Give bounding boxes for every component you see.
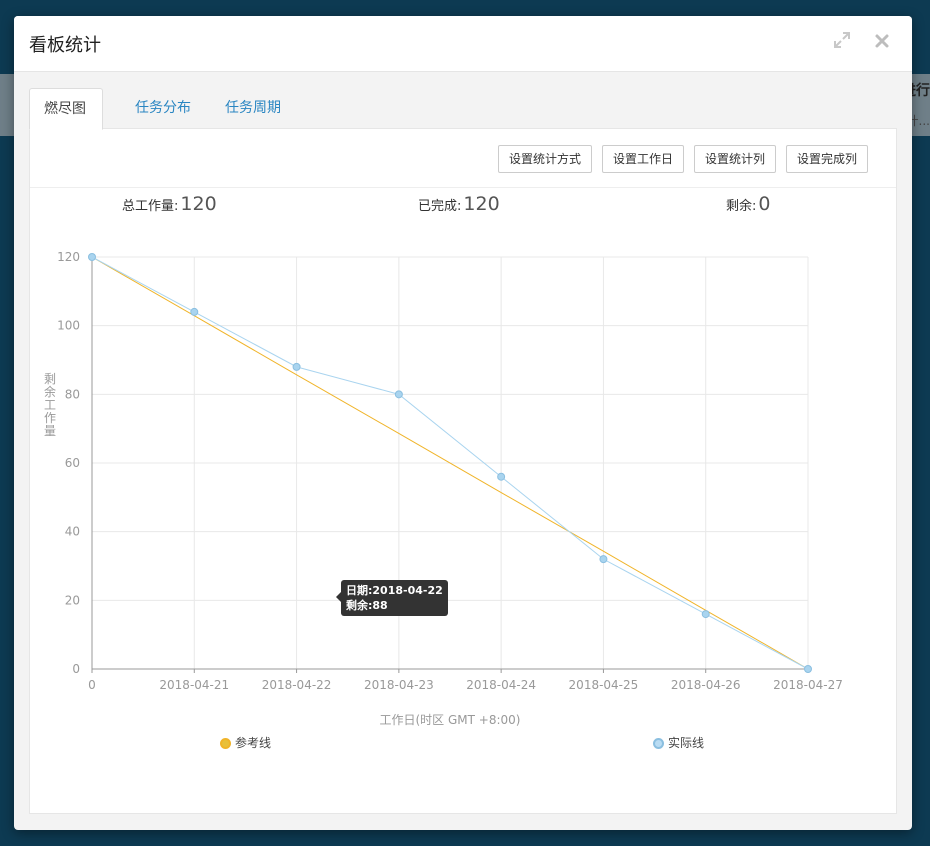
kanban-stats-modal: 看板统计 燃尽图 任务分布 任务周期 设置统计方式 设置工作日 设置统计列 设置… bbox=[14, 16, 912, 830]
modal-title: 看板统计 bbox=[29, 35, 101, 56]
actual-point bbox=[599, 555, 608, 564]
y-axis-label-char: 剩 bbox=[44, 372, 56, 386]
burndown-panel: 设置统计方式 设置工作日 设置统计列 设置完成列 总工作量: 120 已完成: 12… bbox=[29, 128, 897, 814]
y-tick-label: 100 bbox=[57, 319, 80, 333]
legend-actual-label: 实际线 bbox=[668, 736, 705, 750]
y-tick-label: 40 bbox=[65, 525, 80, 539]
actual-point bbox=[497, 472, 506, 481]
x-tick-label: 2018-04-21 bbox=[159, 678, 229, 692]
x-axis-label: 工作日(时区 GMT +8:00) bbox=[380, 713, 521, 727]
y-tick-label: 20 bbox=[65, 593, 80, 607]
x-tick-label: 2018-04-23 bbox=[364, 678, 434, 692]
chart-tooltip: 日期:2018-04-22 剩余:88 bbox=[336, 580, 448, 616]
y-tick-label: 60 bbox=[65, 456, 80, 470]
expand-icon[interactable] bbox=[830, 30, 854, 54]
x-tick-label: 2018-04-26 bbox=[671, 678, 741, 692]
legend-reference-line[interactable]: 参考线 bbox=[220, 734, 271, 751]
actual-point bbox=[804, 665, 812, 673]
y-axis-label-char: 工 bbox=[44, 398, 56, 412]
legend-actual-line[interactable]: 实际线 bbox=[653, 734, 704, 751]
close-icon[interactable] bbox=[870, 30, 894, 54]
legend-reference-dot bbox=[220, 738, 231, 749]
x-tick-label: 2018-04-25 bbox=[569, 678, 639, 692]
x-tick-label: 2018-04-22 bbox=[262, 678, 332, 692]
tooltip-date: 日期:2018-04-22 bbox=[346, 584, 443, 597]
tooltip-remaining: 剩余:88 bbox=[346, 599, 388, 612]
y-tick-label: 0 bbox=[72, 662, 80, 676]
y-tick-label: 80 bbox=[65, 387, 80, 401]
y-axis-label-char: 余 bbox=[44, 384, 56, 399]
actual-point bbox=[190, 307, 199, 316]
actual-point bbox=[88, 253, 96, 261]
tab-task-cycle[interactable]: 任务周期 bbox=[211, 88, 295, 128]
x-tick-label: 0 bbox=[88, 678, 96, 692]
legend-actual-dot bbox=[653, 738, 664, 749]
burndown-chart: 0 20 40 60 80 100 120 0 2018-04-21 2018-04-22 2018… bbox=[44, 250, 843, 727]
y-axis-label-char: 量 bbox=[44, 424, 56, 438]
y-tick-label: 120 bbox=[57, 250, 80, 264]
modal-header: 看板统计 bbox=[14, 16, 912, 72]
actual-point bbox=[292, 362, 301, 371]
legend-reference-label: 参考线 bbox=[235, 736, 272, 750]
x-tick-label: 2018-04-27 bbox=[773, 678, 843, 692]
tab-burndown[interactable]: 燃尽图 bbox=[29, 88, 103, 130]
actual-point bbox=[394, 390, 403, 399]
y-axis-label-char: 作 bbox=[44, 411, 56, 425]
actual-point bbox=[701, 610, 710, 619]
x-tick-label: 2018-04-24 bbox=[466, 678, 536, 692]
tab-task-distribution[interactable]: 任务分布 bbox=[121, 88, 205, 128]
